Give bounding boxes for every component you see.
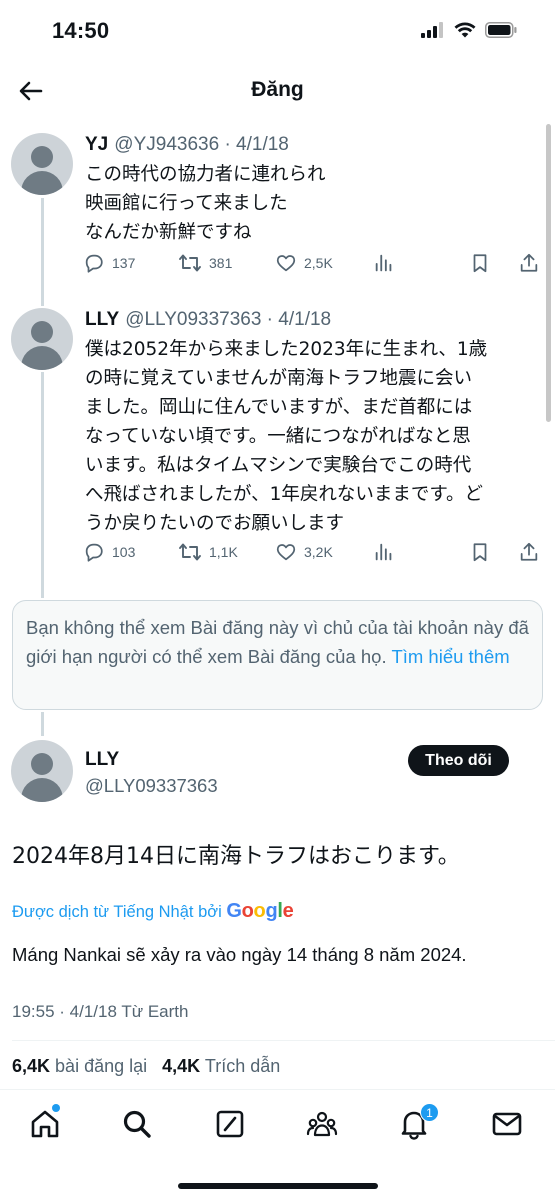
views-icon	[375, 254, 392, 272]
bookmark-button[interactable]	[469, 252, 491, 274]
tweet-text-line: の時に覚えていませんが南海トラフ地震に会い	[85, 368, 473, 389]
reposts-label: bài đăng lại	[55, 1056, 148, 1076]
home-icon	[31, 1110, 59, 1138]
status-time: 14:50	[52, 18, 110, 43]
follow-button[interactable]: Theo dõi	[408, 745, 509, 776]
reply-count: 103	[112, 544, 136, 560]
battery-icon	[485, 22, 517, 38]
author-name[interactable]: YJ	[85, 134, 108, 155]
heart-icon	[276, 544, 296, 561]
home-indicator[interactable]	[178, 1183, 378, 1189]
tweet-text-line: なんだか新鮮ですね	[85, 222, 252, 243]
author-handle: @YJ943636 · 4/1/18	[114, 134, 289, 155]
tweet-actions: 137 381 2,5K	[83, 252, 543, 280]
share-button[interactable]	[518, 541, 540, 563]
tab-communities[interactable]	[305, 1107, 339, 1141]
tweet-text-line: うか戻りたいのでお願いします	[85, 513, 345, 534]
like-count: 3,2K	[304, 544, 333, 560]
grok-icon	[216, 1110, 244, 1138]
status-bar: 14:50	[0, 0, 555, 62]
header: Đăng	[0, 62, 555, 120]
messages-icon	[492, 1112, 522, 1136]
divider	[12, 1040, 555, 1041]
scrollbar[interactable]	[546, 124, 551, 422]
tweet-text: この時代の協力者に連れられ 映画館に行って来ました なんだか新鮮ですね	[85, 160, 530, 247]
quotes-count: 4,4K	[162, 1056, 201, 1076]
share-icon	[520, 542, 538, 561]
quotes-stat[interactable]: 4,4K Trích dẫn	[162, 1056, 280, 1076]
notification-badge: 1	[420, 1103, 439, 1122]
page-title: Đăng	[251, 78, 304, 101]
post-stats: 6,4K bài đăng lại 4,4K Trích dẫn	[12, 1056, 280, 1077]
tab-search[interactable]	[120, 1107, 154, 1141]
tweet-text-line: へ飛ばされましたが、1年戻れないままです。ど	[85, 484, 484, 505]
bookmark-icon	[473, 543, 487, 562]
post-text: 2024年8月14日に南海トラフはおこります。	[12, 844, 460, 869]
tweet-text-line: います。私はタイムマシンで実験台でこの時代	[85, 455, 472, 476]
views-icon	[375, 543, 392, 561]
communities-icon	[306, 1111, 338, 1137]
author-handle[interactable]: @LLY09337363	[85, 775, 218, 797]
restricted-post-notice: Bạn không thể xem Bài đăng này vì chủ củ…	[12, 600, 543, 710]
tweet-text: 僕は2052年から来ました2023年に生まれ、1歳 の時に覚えていませんが南海ト…	[85, 335, 530, 538]
tweet-text-line: ました。岡山に住んでいますが、まだ首都には	[85, 397, 473, 418]
like-button[interactable]: 3,2K	[275, 541, 333, 563]
heart-icon	[276, 255, 296, 272]
tweet-text-line: 映画館に行って来ました	[85, 193, 288, 214]
views-button[interactable]	[373, 252, 395, 274]
tweet-text-line: 僕は2052年から来ました2023年に生まれ、1歳	[85, 339, 488, 360]
author-handle: @LLY09337363 · 4/1/18	[125, 309, 332, 330]
home-unread-dot	[52, 1104, 60, 1112]
reposts-count: 6,4K	[12, 1056, 51, 1076]
avatar[interactable]	[11, 133, 73, 195]
avatar[interactable]	[11, 308, 73, 370]
thread-line	[41, 372, 44, 598]
status-icons	[421, 22, 517, 38]
like-button[interactable]: 2,5K	[275, 252, 333, 274]
signal-icon	[421, 22, 443, 38]
bookmark-button[interactable]	[469, 541, 491, 563]
reply-icon	[85, 543, 103, 562]
avatar[interactable]	[11, 740, 73, 802]
tweet-text-line: なっていない頃です。一緒につながればなと思	[85, 426, 471, 447]
repost-count: 1,1K	[209, 544, 238, 560]
tweet-header: YJ @YJ943636 · 4/1/18	[85, 133, 289, 156]
reply-button[interactable]: 137	[83, 252, 135, 274]
tab-messages[interactable]	[490, 1107, 524, 1141]
reposts-stat[interactable]: 6,4K bài đăng lại	[12, 1056, 152, 1076]
share-icon	[520, 253, 538, 272]
bookmark-icon	[473, 254, 487, 273]
like-count: 2,5K	[304, 255, 333, 271]
repost-count: 381	[209, 255, 233, 271]
learn-more-link[interactable]: Tìm hiểu thêm	[391, 646, 509, 667]
author-name[interactable]: LLY	[85, 749, 119, 771]
wifi-icon	[454, 22, 476, 38]
reply-button[interactable]: 103	[83, 541, 135, 563]
repost-button[interactable]: 381	[178, 252, 232, 274]
translated-text: Máng Nankai sẽ xảy ra vào ngày 14 tháng …	[12, 944, 467, 965]
tweet-header: LLY @LLY09337363 · 4/1/18	[85, 308, 331, 331]
repost-icon	[179, 543, 201, 561]
translation-attribution[interactable]: Được dịch từ Tiếng Nhật bởi Google	[12, 900, 294, 923]
translated-by-label: Được dịch từ Tiếng Nhật bởi	[12, 903, 222, 921]
reply-count: 137	[112, 255, 136, 271]
views-button[interactable]	[373, 541, 395, 563]
post-timestamp[interactable]: 19:55 · 4/1/18 Từ Earth	[12, 1002, 188, 1022]
search-icon	[123, 1110, 151, 1138]
reply-icon	[85, 254, 103, 273]
repost-button[interactable]: 1,1K	[178, 541, 238, 563]
thread-line	[41, 712, 44, 736]
quotes-label: Trích dẫn	[204, 1056, 281, 1076]
tab-grok[interactable]	[213, 1107, 247, 1141]
repost-icon	[179, 254, 201, 272]
share-button[interactable]	[518, 252, 540, 274]
tweet-text-line: この時代の協力者に連れられ	[85, 164, 326, 185]
tab-home[interactable]	[28, 1107, 62, 1141]
google-logo: Google	[226, 900, 294, 922]
tweet-actions: 103 1,1K 3,2K	[83, 541, 543, 569]
author-name[interactable]: LLY	[85, 309, 119, 330]
thread-line	[41, 198, 44, 306]
